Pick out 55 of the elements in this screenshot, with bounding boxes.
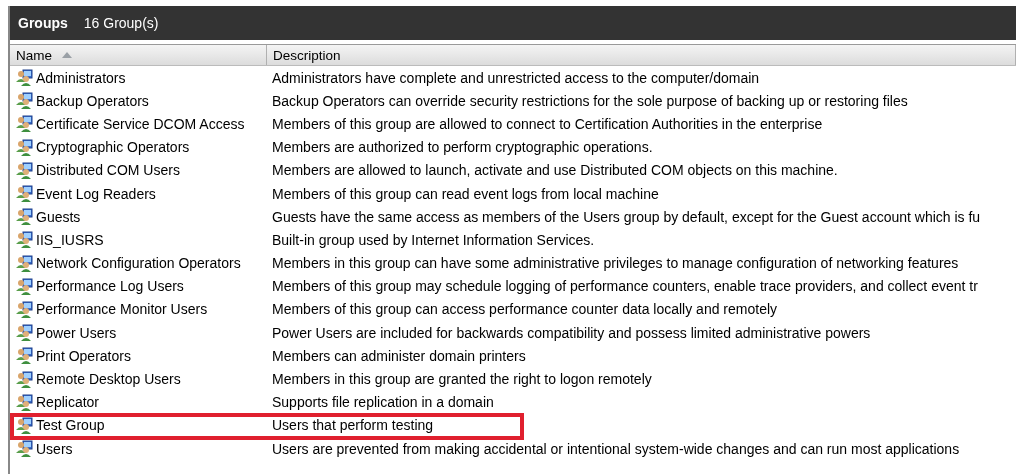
users-icon: [16, 347, 33, 365]
group-name[interactable]: Users: [36, 440, 73, 457]
column-header[interactable]: Description: [267, 45, 1016, 65]
group-count: 16 Group(s): [83, 15, 159, 31]
users-icon: [16, 185, 33, 203]
users-icon: [16, 393, 33, 411]
group-name[interactable]: Backup Operators: [36, 92, 149, 109]
group-description: Supports file replication in a domain: [272, 394, 494, 411]
group-name[interactable]: Network Configuration Operators: [36, 255, 241, 272]
users-icon: [16, 138, 33, 156]
users-icon: [16, 254, 33, 272]
users-icon: [16, 324, 33, 342]
group-name[interactable]: Certificate Service DCOM Access: [36, 115, 245, 132]
group-description: Members can administer domain printers: [272, 347, 526, 364]
group-name[interactable]: Event Log Readers: [36, 185, 156, 202]
users-icon: [16, 69, 33, 87]
users-icon: [16, 416, 33, 434]
group-description: Members in this group are granted the right to logon remotely: [272, 371, 652, 388]
users-icon: [16, 370, 33, 388]
users-icon: [16, 277, 33, 295]
column-header[interactable]: Name: [10, 45, 267, 65]
users-icon: [16, 208, 33, 226]
group-description: Members of this group can read event logs from local machine: [272, 185, 659, 202]
group-name[interactable]: Remote Desktop Users: [36, 371, 181, 388]
group-name[interactable]: Replicator: [36, 394, 100, 411]
users-icon: [16, 300, 33, 318]
group-description: Users are prevented from making accidental or intentional system-wide changes and can run most applications: [272, 440, 960, 457]
group-description: Users that perform testing: [272, 417, 434, 434]
panel-title: Groups: [18, 15, 68, 31]
users-icon: [16, 440, 33, 458]
users-icon: [16, 231, 33, 249]
group-description: Members are authorized to perform cryptographic operations.: [272, 139, 653, 156]
group-name[interactable]: Power Users: [36, 324, 117, 341]
group-description: Backup Operators can override security restrictions for the sole purpose of backing up or restoring files: [272, 92, 908, 109]
users-icon: [16, 161, 33, 179]
users-icon: [16, 92, 33, 110]
group-name[interactable]: Distributed COM Users: [36, 162, 180, 179]
group-description: Members of this group may schedule logging of performance counters, enable trace providers, and collect event tr: [272, 278, 978, 295]
group-name[interactable]: IIS_IUSRS: [36, 231, 104, 248]
group-description: Administrators have complete and unrestricted access to the computer/domain: [272, 69, 760, 86]
group-description: Members of this group are allowed to connect to Certification Authorities in the enterprise: [272, 115, 823, 132]
group-description: Members of this group can access performance counter data locally and remotely: [272, 301, 778, 318]
group-description: Members in this group can have some administrative privileges to manage configuration of networking features: [272, 255, 959, 272]
group-name[interactable]: Guests: [36, 208, 81, 225]
group-description: Guests have the same access as members of the Users group by default, except for the Guest account which is fu: [272, 208, 981, 225]
group-name[interactable]: Cryptographic Operators: [36, 139, 190, 156]
group-name[interactable]: Performance Monitor Users: [36, 301, 208, 318]
group-name[interactable]: Performance Log Users: [36, 278, 184, 295]
group-name[interactable]: Print Operators: [36, 347, 131, 364]
group-description: Power Users are included for backwards compatibility and possess limited administrative powers: [272, 324, 871, 341]
group-name[interactable]: Administrators: [36, 69, 126, 86]
group-description: Built-in group used by Internet Information Services.: [272, 231, 595, 248]
group-name[interactable]: Test Group: [36, 417, 105, 434]
group-description: Members are allowed to launch, activate and use Distributed COM objects on this machine.: [272, 162, 838, 179]
users-icon: [16, 115, 33, 133]
